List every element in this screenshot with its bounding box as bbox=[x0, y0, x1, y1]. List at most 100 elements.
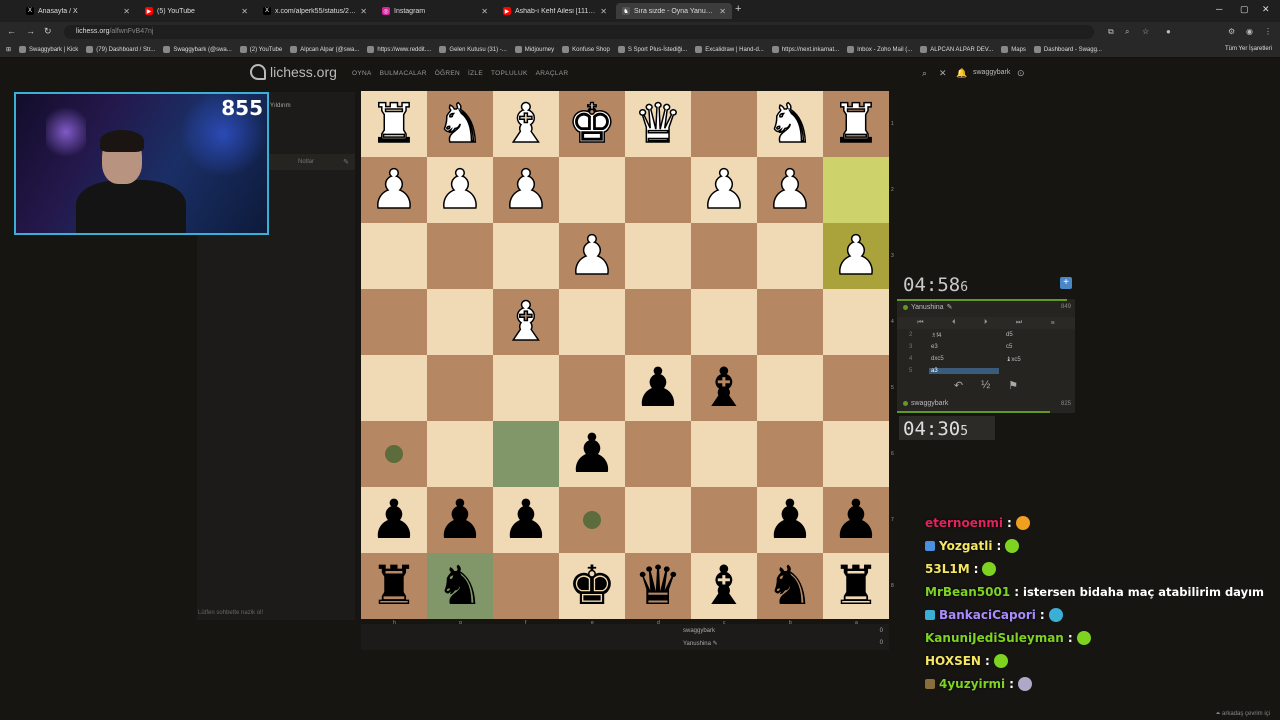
white-pawn-icon[interactable]: ♟ bbox=[369, 162, 419, 218]
board-square[interactable]: ♟ bbox=[823, 487, 889, 553]
search-icon[interactable]: ⌕ bbox=[922, 68, 927, 79]
bookmark-item[interactable]: https://www.reddit.... bbox=[367, 46, 431, 53]
white-knight-icon[interactable]: ♞ bbox=[435, 96, 485, 152]
bookmark-item[interactable]: Maps bbox=[1001, 46, 1026, 53]
board-square[interactable]: ♝ bbox=[691, 355, 757, 421]
black-pawn-icon[interactable]: ♟ bbox=[502, 493, 550, 547]
board-square[interactable]: ♜ bbox=[361, 553, 427, 619]
resign-flag-button[interactable]: ⚑ bbox=[1008, 379, 1018, 395]
tab-close-icon[interactable]: ✕ bbox=[719, 7, 726, 16]
board-square[interactable]: ♚ bbox=[559, 553, 625, 619]
next-move-icon[interactable]: ⏵ bbox=[984, 319, 988, 327]
extensions-puzzle-icon[interactable]: ⚙ bbox=[1228, 27, 1235, 36]
move-hint-dot[interactable] bbox=[385, 445, 403, 463]
board-square[interactable]: ♟ bbox=[361, 487, 427, 553]
board-square[interactable] bbox=[625, 223, 691, 289]
black-move[interactable]: c5 bbox=[1006, 344, 1012, 350]
board-square[interactable] bbox=[625, 289, 691, 355]
extension-icon[interactable]: ● bbox=[1166, 27, 1171, 36]
user-avatar-icon[interactable]: ⊙ bbox=[1017, 68, 1025, 79]
board-square[interactable] bbox=[691, 91, 757, 157]
white-pawn-icon[interactable]: ♟ bbox=[567, 228, 617, 284]
lichess-logo[interactable]: lichess.org bbox=[250, 64, 337, 80]
white-pawn-icon[interactable]: ♟ bbox=[699, 162, 749, 218]
browser-tab[interactable]: ◎ Instagram ✕ bbox=[376, 3, 494, 19]
board-square[interactable]: ♟ bbox=[757, 157, 823, 223]
nav-item[interactable]: BULMACALAR bbox=[380, 70, 427, 77]
white-king-icon[interactable]: ♚ bbox=[567, 96, 617, 152]
bookmark-item[interactable]: https://next.inkarnat... bbox=[771, 46, 839, 53]
black-pawn-icon[interactable]: ♟ bbox=[766, 493, 814, 547]
board-square[interactable] bbox=[823, 355, 889, 421]
black-pawn-icon[interactable]: ♟ bbox=[436, 493, 484, 547]
board-square[interactable] bbox=[757, 289, 823, 355]
browser-tab[interactable]: ♞ Sıra sizde - Oyna Yanushina • li ✕ bbox=[616, 3, 732, 19]
black-pawn-icon[interactable]: ♟ bbox=[568, 427, 616, 481]
board-square[interactable] bbox=[559, 289, 625, 355]
bookmark-star-icon[interactable]: ☆ bbox=[1142, 27, 1149, 36]
bookmark-item[interactable]: ALPCAN ALPAR DEV... bbox=[920, 46, 993, 53]
bookmark-item[interactable]: (2) YouTube bbox=[239, 46, 282, 53]
black-knight-icon[interactable]: ♞ bbox=[436, 559, 484, 613]
black-move[interactable]: d5 bbox=[1006, 332, 1013, 338]
close-window-icon[interactable]: ✕ bbox=[1262, 4, 1270, 15]
board-square[interactable] bbox=[493, 223, 559, 289]
browser-tab[interactable]: ▶ Ashab-ı Kehf Ailesi [111] - bayi ✕ bbox=[497, 3, 613, 19]
board-square[interactable] bbox=[625, 157, 691, 223]
white-move[interactable]: e3 bbox=[931, 344, 938, 350]
board-square[interactable] bbox=[691, 223, 757, 289]
black-bishop-icon[interactable]: ♝ bbox=[700, 559, 748, 613]
nav-item[interactable]: OYNA bbox=[352, 70, 372, 77]
board-square[interactable]: ♜ bbox=[823, 91, 889, 157]
board-square[interactable] bbox=[361, 355, 427, 421]
board-square[interactable] bbox=[691, 289, 757, 355]
black-pawn-icon[interactable]: ♟ bbox=[370, 493, 418, 547]
takeback-button[interactable]: ↶ bbox=[954, 379, 963, 395]
board-square[interactable] bbox=[757, 421, 823, 487]
nav-item[interactable]: İZLE bbox=[468, 70, 483, 77]
black-move[interactable]: ♝xc5 bbox=[1006, 356, 1021, 363]
tab-close-icon[interactable]: ✕ bbox=[360, 7, 367, 16]
black-rook-icon[interactable]: ♜ bbox=[370, 559, 418, 613]
bookmark-item[interactable]: Swaggybark (@swa... bbox=[163, 46, 232, 53]
tab-close-icon[interactable]: ✕ bbox=[481, 7, 488, 16]
bookmark-item[interactable]: Alpcan Alpar (@swa... bbox=[290, 46, 359, 53]
board-square[interactable] bbox=[493, 553, 559, 619]
white-pawn-icon[interactable]: ♟ bbox=[435, 162, 485, 218]
bookmark-item[interactable]: Midjourney bbox=[514, 46, 554, 53]
browser-tab[interactable]: X Anasayfa / X ✕ bbox=[20, 3, 136, 19]
board-square[interactable]: ♟ bbox=[823, 223, 889, 289]
browser-tab[interactable]: ▶ (5) YouTube ✕ bbox=[139, 3, 254, 19]
board-square[interactable] bbox=[823, 421, 889, 487]
nav-item[interactable]: TOPLULUK bbox=[491, 70, 528, 77]
install-icon[interactable]: ⧉ bbox=[1108, 27, 1114, 37]
board-square[interactable]: ♟ bbox=[427, 487, 493, 553]
board-square[interactable] bbox=[823, 289, 889, 355]
first-move-icon[interactable]: ⏮ bbox=[917, 319, 923, 327]
offer-draw-button[interactable]: ½ bbox=[981, 379, 990, 395]
board-square[interactable] bbox=[493, 355, 559, 421]
last-move-icon[interactable]: ⏭ bbox=[1016, 319, 1022, 327]
board-square[interactable]: ♟ bbox=[493, 157, 559, 223]
board-square[interactable]: ♟ bbox=[493, 487, 559, 553]
white-pawn-icon[interactable]: ♟ bbox=[765, 162, 815, 218]
board-square[interactable] bbox=[559, 487, 625, 553]
chess-board[interactable]: ♜ ♞ ♝ ♚ ♛ ♞ ♜ ♟ ♟ ♟ ♟ ♟ ♟ ♟ ♝ ♟ ♝ ♟ ♟ ♟ ♟ ♟ ♟ ♜ ♞ ♚ ♛ ♝ ♞ ♜ bbox=[361, 91, 889, 619]
board-square[interactable]: ♞ bbox=[757, 91, 823, 157]
board-square[interactable]: ♟ bbox=[757, 487, 823, 553]
black-knight-icon[interactable]: ♞ bbox=[766, 559, 814, 613]
board-square[interactable] bbox=[427, 289, 493, 355]
all-bookmarks[interactable]: Tüm Yer İşaretleri bbox=[1225, 46, 1272, 52]
board-square[interactable]: ♛ bbox=[625, 553, 691, 619]
board-square[interactable]: ♞ bbox=[427, 91, 493, 157]
move-hint-dot[interactable] bbox=[583, 511, 601, 529]
bookmark-item[interactable]: Swaggybark | Kick bbox=[19, 46, 78, 53]
black-pawn-icon[interactable]: ♟ bbox=[634, 361, 682, 415]
white-rook-icon[interactable]: ♜ bbox=[831, 96, 881, 152]
url-input[interactable]: lichess.org/alfwnFvB47nj bbox=[64, 25, 1094, 39]
board-square[interactable] bbox=[691, 487, 757, 553]
black-pawn-icon[interactable]: ♟ bbox=[832, 493, 880, 547]
tab-close-icon[interactable]: ✕ bbox=[600, 7, 607, 16]
notification-bell-icon[interactable]: 🔔 bbox=[956, 68, 967, 79]
board-square[interactable]: ♟ bbox=[427, 157, 493, 223]
